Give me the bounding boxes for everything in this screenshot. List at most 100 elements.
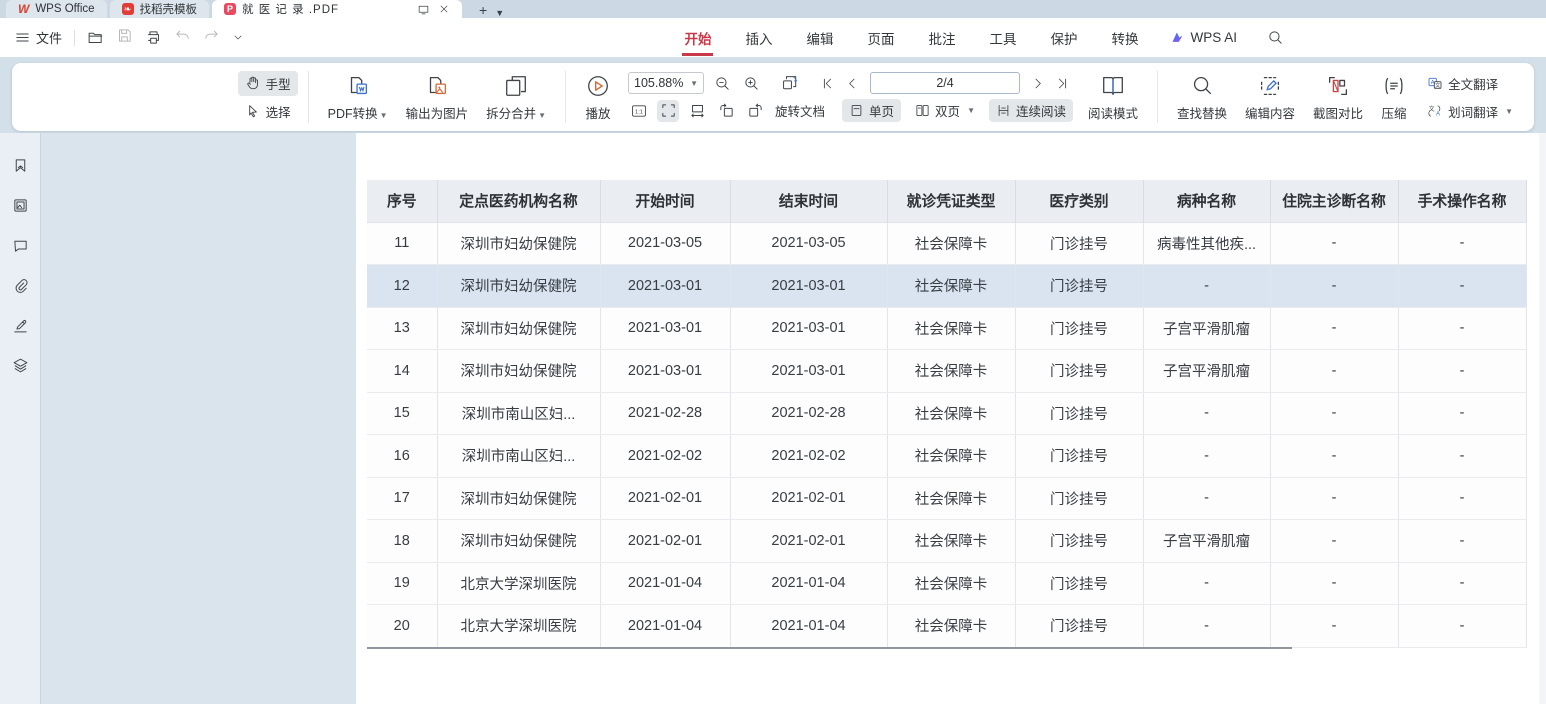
table-cell: 2021-03-01 [730, 265, 887, 308]
table-cell: 2021-03-01 [600, 350, 730, 393]
close-tab-icon[interactable] [438, 3, 450, 15]
wps-ai-button[interactable]: WPS AI [1170, 30, 1237, 45]
fit-page-button[interactable] [657, 100, 679, 122]
table-cell: 深圳市南山区妇... [437, 392, 600, 435]
menu-tab-tools[interactable]: 工具 [987, 19, 1018, 57]
quick-access-chevron-icon[interactable] [232, 29, 244, 46]
first-page-button[interactable] [820, 76, 835, 91]
rotate-pages-button[interactable] [779, 72, 801, 94]
tab-list-chevron-icon[interactable]: ▼ [491, 8, 508, 18]
cursor-icon [245, 103, 261, 119]
table-cell: 社会保障卡 [887, 222, 1015, 265]
find-replace-button[interactable]: 查找替换 [1168, 70, 1236, 125]
table-cell: 病毒性其他疾... [1143, 222, 1270, 265]
bookmark-icon[interactable] [12, 157, 29, 174]
thumbnails-icon[interactable] [12, 197, 29, 214]
actual-size-button[interactable]: 1:1 [628, 100, 650, 122]
signature-icon[interactable] [12, 317, 29, 334]
table-row[interactable]: 13深圳市妇幼保健院2021-03-012021-03-01社会保障卡门诊挂号子… [367, 307, 1526, 350]
table-cell: 门诊挂号 [1015, 520, 1143, 563]
continuous-reading-toggle[interactable]: 连续阅读 [989, 99, 1073, 122]
word-translate-button[interactable]: 文 A 划词翻译▼ [1420, 99, 1520, 124]
zoom-out-button[interactable] [711, 72, 733, 94]
page-number-input[interactable]: 2/4 [870, 72, 1020, 94]
edit-content-button[interactable]: 编辑内容 [1236, 70, 1304, 125]
table-cell: 深圳市妇幼保健院 [437, 477, 600, 520]
table-row[interactable]: 16深圳市南山区妇...2021-02-022021-02-02社会保障卡门诊挂… [367, 435, 1526, 478]
table-row[interactable]: 19北京大学深圳医院2021-01-042021-01-04社会保障卡门诊挂号-… [367, 562, 1526, 605]
hand-tool-button[interactable]: 手型 [238, 71, 298, 96]
fit-width-button[interactable] [686, 100, 708, 122]
table-row[interactable]: 15深圳市南山区妇...2021-02-282021-02-28社会保障卡门诊挂… [367, 392, 1526, 435]
table-cell: - [1398, 222, 1526, 265]
tab-docer-templates[interactable]: ❧ 找稻壳模板 [110, 0, 210, 18]
edit-content-icon [1257, 73, 1283, 99]
next-page-button[interactable] [1030, 76, 1045, 91]
menu-tab-page[interactable]: 页面 [865, 19, 896, 57]
zoom-level-select[interactable]: 105.88%▼ [628, 72, 704, 94]
single-page-toggle[interactable]: 单页 [842, 99, 901, 122]
table-cell: 2021-02-02 [600, 435, 730, 478]
select-tool-button[interactable]: 选择 [238, 99, 298, 124]
menu-tab-edit[interactable]: 编辑 [804, 19, 835, 57]
enter-fullscreen-icon[interactable] [417, 3, 430, 16]
column-header: 序号 [367, 180, 437, 222]
table-cell: 门诊挂号 [1015, 265, 1143, 308]
open-folder-icon[interactable] [87, 29, 104, 46]
redo-icon[interactable] [203, 27, 220, 44]
table-cell: 门诊挂号 [1015, 477, 1143, 520]
menu-tab-insert[interactable]: 插入 [743, 19, 774, 57]
split-merge-icon [503, 73, 529, 99]
screenshot-compare-button[interactable]: 截图对比 [1304, 70, 1372, 125]
compress-button[interactable]: 压缩 [1372, 70, 1416, 125]
export-as-image-button[interactable]: 输出为图片 [397, 70, 478, 125]
document-viewport[interactable]: 序号定点医药机构名称开始时间结束时间就诊凭证类型医疗类别病种名称住院主诊断名称手… [41, 133, 1546, 704]
menu-tab-protect[interactable]: 保护 [1048, 19, 1079, 57]
menu-tab-comment[interactable]: 批注 [926, 19, 957, 57]
attachment-icon[interactable] [12, 277, 29, 294]
view-navigation-group: 105.88%▼ [628, 72, 1073, 122]
table-row[interactable]: 18深圳市妇幼保健院2021-02-012021-02-01社会保障卡门诊挂号子… [367, 520, 1526, 563]
rotate-right-button[interactable] [744, 100, 766, 122]
table-row[interactable]: 11深圳市妇幼保健院2021-03-052021-03-05社会保障卡门诊挂号病… [367, 222, 1526, 265]
double-page-toggle[interactable]: 双页▼ [908, 99, 982, 122]
table-cell: 14 [367, 350, 437, 393]
table-row[interactable]: 17深圳市妇幼保健院2021-02-012021-02-01社会保障卡门诊挂号-… [367, 477, 1526, 520]
table-row[interactable]: 12深圳市妇幼保健院2021-03-012021-03-01社会保障卡门诊挂号-… [367, 265, 1526, 308]
last-page-button[interactable] [1055, 76, 1070, 91]
new-tab-button[interactable]: + [475, 2, 491, 18]
pdf-convert-button[interactable]: PDF转换▼ [319, 70, 397, 125]
table-cell: - [1398, 562, 1526, 605]
comment-icon[interactable] [12, 237, 29, 254]
split-merge-button[interactable]: 拆分合并▼ [477, 70, 555, 125]
table-cell: 子宫平滑肌瘤 [1143, 307, 1270, 350]
zoom-in-button[interactable] [740, 72, 762, 94]
table-row[interactable]: 14深圳市妇幼保健院2021-03-012021-03-01社会保障卡门诊挂号子… [367, 350, 1526, 393]
table-cell: 17 [367, 477, 437, 520]
rotate-left-button[interactable] [715, 100, 737, 122]
menu-search-icon[interactable] [1267, 29, 1284, 46]
menu-tab-home[interactable]: 开始 [682, 19, 713, 57]
full-text-translate-button[interactable]: A 文 全文翻译 [1420, 71, 1520, 96]
table-cell: 2021-02-01 [730, 477, 887, 520]
rotate-document-button[interactable]: 旋转文档 [773, 99, 827, 122]
table-row[interactable]: 20北京大学深圳医院2021-01-042021-01-04社会保障卡门诊挂号-… [367, 605, 1526, 648]
tab-document-pdf[interactable]: P 就 医 记 录 .PDF [212, 0, 462, 18]
save-icon[interactable] [116, 27, 133, 44]
table-cell: - [1270, 307, 1398, 350]
table-cell: 2021-02-01 [730, 520, 887, 563]
previous-page-button[interactable] [845, 76, 860, 91]
undo-icon[interactable] [174, 27, 191, 44]
read-mode-button[interactable]: 阅读模式 [1079, 70, 1147, 125]
menu-tab-convert[interactable]: 转换 [1109, 19, 1140, 57]
table-cell: 15 [367, 392, 437, 435]
tab-wps-office[interactable]: W WPS Office [6, 0, 107, 18]
print-icon[interactable] [145, 29, 162, 46]
play-button[interactable]: 播放 [576, 70, 620, 125]
vertical-scrollbar[interactable] [1539, 133, 1546, 704]
table-cell: - [1398, 520, 1526, 563]
table-cell: 社会保障卡 [887, 562, 1015, 605]
divider [565, 71, 566, 123]
file-menu-button[interactable]: 文件 [14, 28, 62, 47]
layers-icon[interactable] [12, 357, 29, 374]
